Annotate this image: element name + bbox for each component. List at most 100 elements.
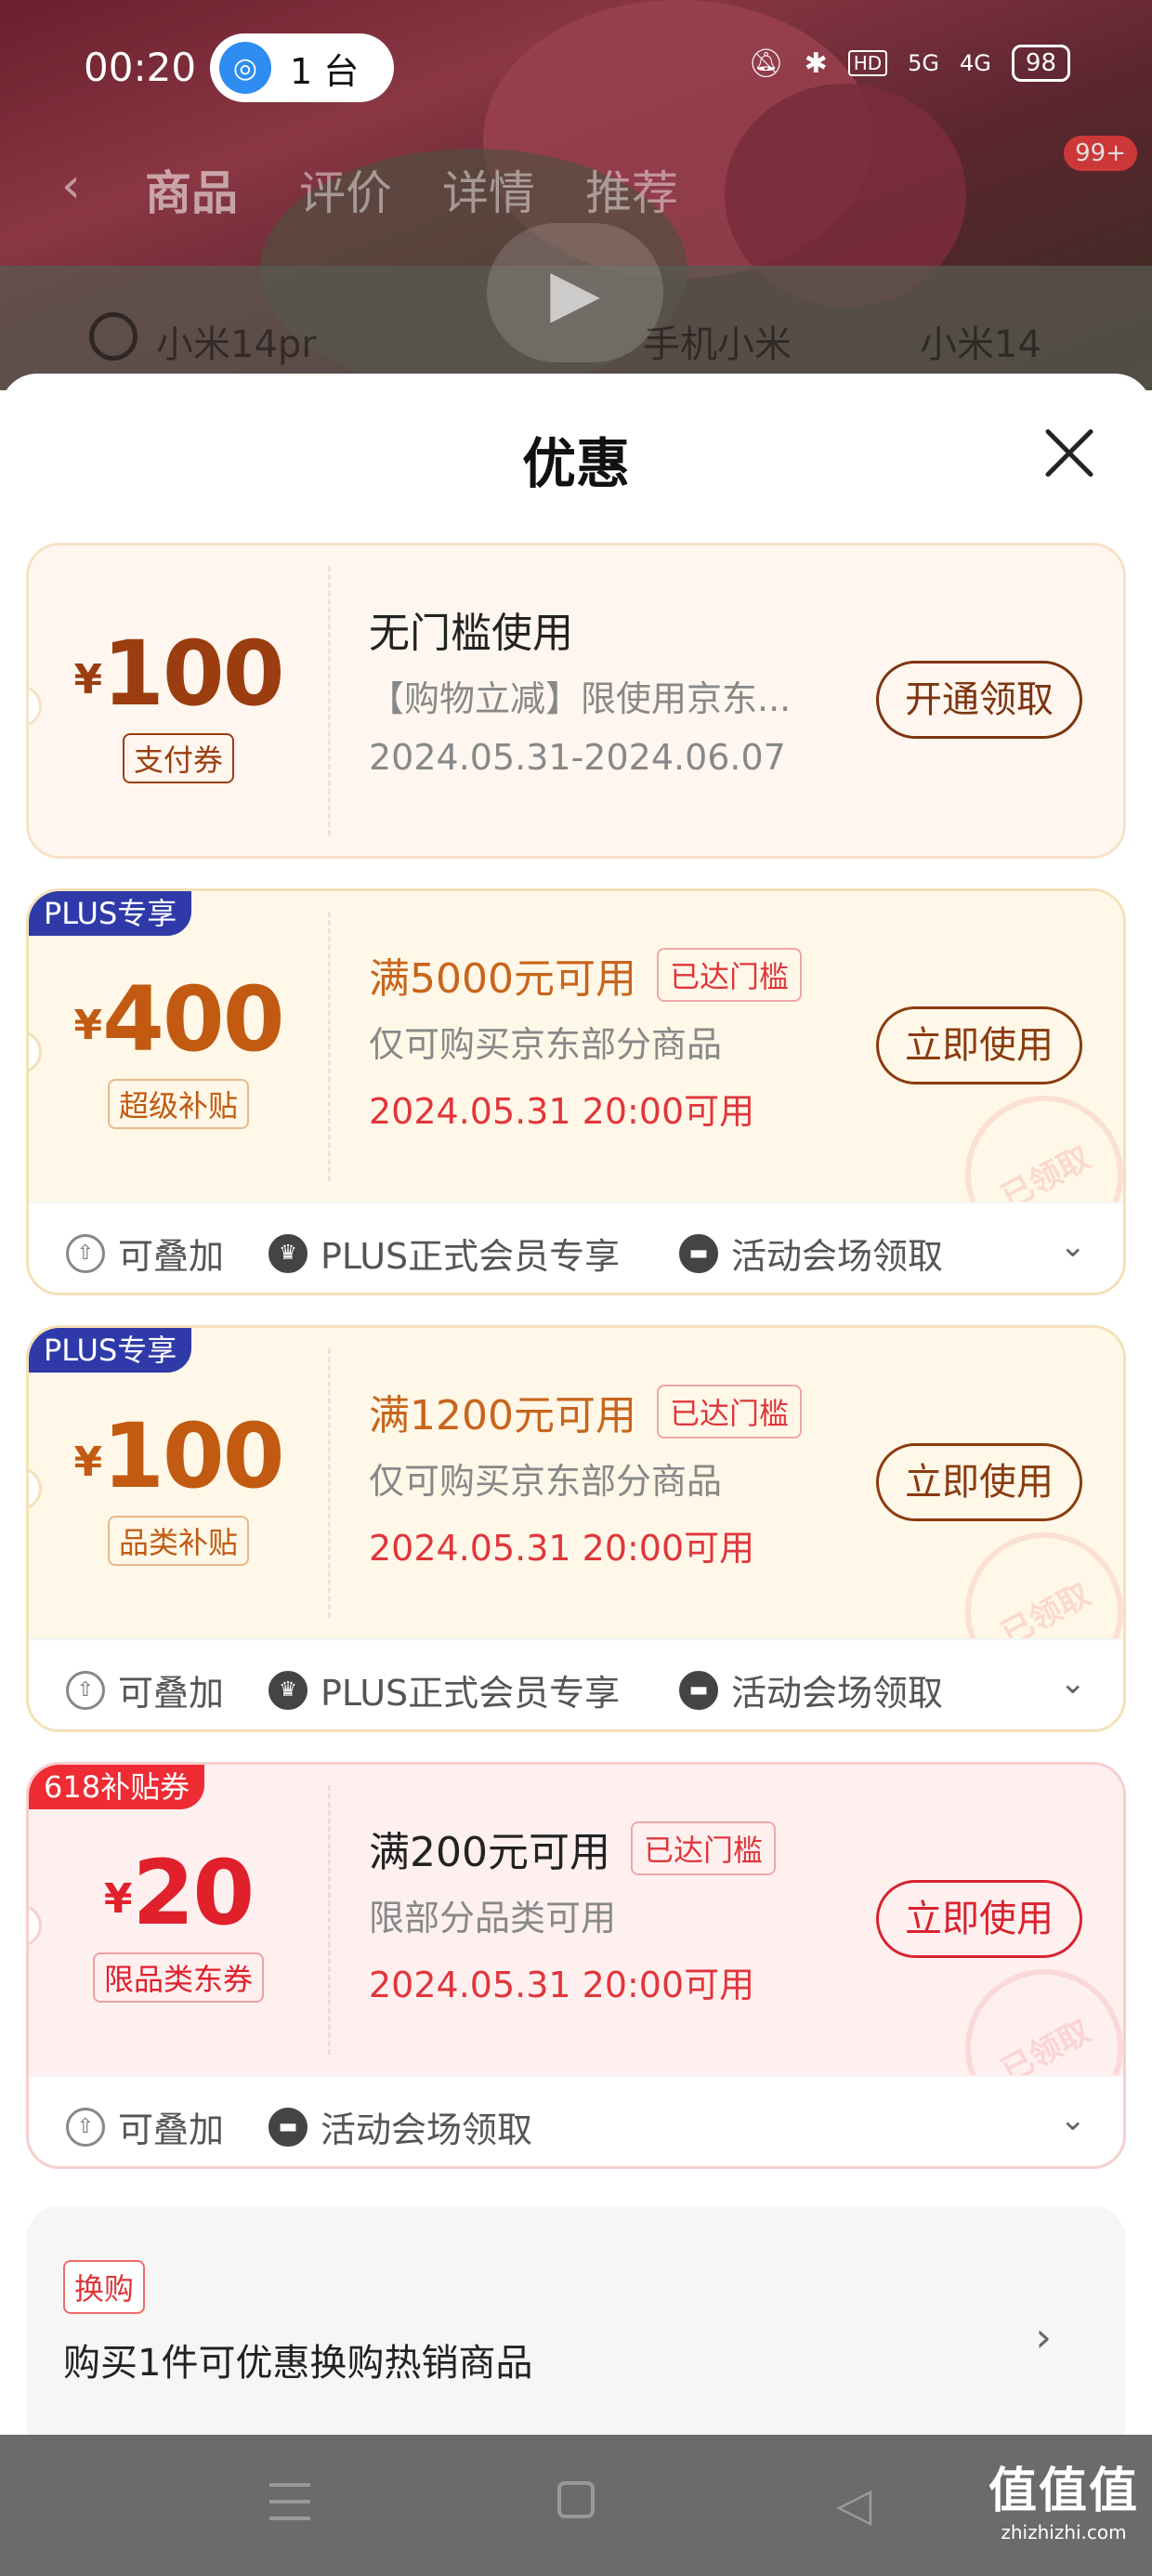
tab-details[interactable]: 详情 xyxy=(442,156,535,223)
search-history-item[interactable]: 手机小米 xyxy=(643,314,792,368)
stack-icon: ⇧ xyxy=(66,1670,105,1710)
back-arrow-icon[interactable]: ‹ xyxy=(61,158,81,214)
search-history-item[interactable]: 小米14 xyxy=(920,314,1041,368)
coupon-divider xyxy=(328,1785,331,2055)
sheet-title: 优惠 xyxy=(521,432,630,495)
hotspot-indicator[interactable]: ◎ 1 台 xyxy=(210,33,394,102)
search-history-item[interactable]: 小米14pr xyxy=(156,314,317,368)
chevron-down-icon[interactable]: ⌄ xyxy=(1060,1228,1087,1265)
tab-product[interactable]: 商品 xyxy=(145,156,238,223)
coupon-type: 超级补贴 xyxy=(29,1079,328,1129)
ticket-icon: ▬ xyxy=(679,1670,718,1710)
back-icon[interactable]: ◁ xyxy=(836,2477,871,2531)
hotspot-count: 1 台 xyxy=(290,50,360,92)
coupon-features: ⇧ 可叠加 ♛ PLUS正式会员专享 ▬ 活动会场领取 ⌄ xyxy=(29,1638,1123,1729)
feature-event-venue: ▬ 活动会场领取 xyxy=(679,1228,943,1279)
feature-event-venue: ▬ 活动会场领取 xyxy=(679,1664,943,1715)
watermark-domain: zhizhizhi.com xyxy=(1001,2521,1127,2543)
hd-icon: HD xyxy=(847,50,888,76)
coupon-divider xyxy=(328,1348,331,1618)
coupon-amount: ¥100 xyxy=(29,622,328,726)
system-nav-bar: ◁ 值值值 zhizhizhi.com xyxy=(0,2435,1152,2576)
coupon-description: 仅可购买京东部分商品 xyxy=(369,1461,723,1502)
feature-event-venue: ▬ 活动会场领取 xyxy=(268,2101,532,2152)
coupon-card: PLUS专享 ¥400 超级补贴 满5000元可用 已达门槛 仅可购买京东部分商品… xyxy=(26,888,1126,1295)
threshold-reached-badge: 已达门槛 xyxy=(656,1385,802,1439)
battery-indicator: 98 xyxy=(1011,45,1070,82)
coupon-title: 满200元可用 已达门槛 xyxy=(369,1819,776,1878)
plus-exclusive-tag: PLUS专享 xyxy=(29,1328,192,1373)
coupon-type-label: 支付券 xyxy=(122,733,234,783)
feature-stackable: ⇧ 可叠加 xyxy=(66,2101,224,2152)
chevron-down-icon[interactable]: ⌄ xyxy=(1060,1664,1087,1702)
coupon-card: ¥100 支付券 无门槛使用 【购物立减】限使用京东... 2024.05.31… xyxy=(26,543,1126,859)
hotspot-icon: ◎ xyxy=(219,42,271,94)
coupon-divider xyxy=(328,912,331,1181)
chevron-right-icon[interactable]: › xyxy=(1035,2314,1052,2361)
crown-icon: ♛ xyxy=(268,1670,308,1710)
swap-offer-text: 购买1件可优惠换购热销商品 xyxy=(63,2342,533,2385)
coupon-title: 满5000元可用 已达门槛 xyxy=(369,945,802,1005)
chevron-down-icon[interactable]: ⌄ xyxy=(1060,2101,1087,2138)
feature-plus-member: ♛ PLUS正式会员专享 xyxy=(268,1228,620,1279)
threshold-reached-badge: 已达门槛 xyxy=(630,1821,776,1875)
use-now-button[interactable]: 立即使用 xyxy=(876,1443,1082,1521)
use-now-button[interactable]: 立即使用 xyxy=(876,1880,1082,1958)
amount-value: 400 xyxy=(102,967,284,1071)
discount-sheet: 优惠 ¥100 支付券 无门槛使用 【购物立减】限使用京东... 2024.05… xyxy=(0,374,1152,2435)
signal-5g: 5G xyxy=(908,50,940,76)
plus-exclusive-tag: PLUS专享 xyxy=(29,891,192,936)
coupon-threshold: 满200元可用 xyxy=(369,1829,610,1876)
watermark: 值值值 zhizhizhi.com xyxy=(988,2451,1139,2543)
stack-icon: ⇧ xyxy=(66,1233,105,1273)
tab-recommend[interactable]: 推荐 xyxy=(585,156,678,223)
threshold-reached-badge: 已达门槛 xyxy=(656,948,802,1002)
coupon-body: 618补贴券 ¥20 限品类东券 满200元可用 已达门槛 限部分品类可用 202… xyxy=(29,1765,1123,2155)
coupon-body: PLUS专享 ¥100 品类补贴 满1200元可用 已达门槛 仅可购买京东部分商品… xyxy=(29,1328,1123,1718)
coupon-card: PLUS专享 ¥100 品类补贴 满1200元可用 已达门槛 仅可购买京东部分商品… xyxy=(26,1325,1126,1732)
coupon-validity: 2024.05.31 20:00可用 xyxy=(369,1965,755,2005)
bluetooth-icon: ✱ xyxy=(804,46,828,80)
mute-icon: 🔕︎ xyxy=(748,46,784,80)
watermark-brand: 值值值 xyxy=(988,2464,1139,2519)
claim-button[interactable]: 开通领取 xyxy=(876,661,1082,739)
coupon-validity: 2024.05.31 20:00可用 xyxy=(369,1091,755,1132)
home-icon[interactable] xyxy=(557,2481,595,2518)
coupon-type: 支付券 xyxy=(29,733,328,783)
cart-badge: 99+ xyxy=(1064,136,1137,171)
close-icon[interactable] xyxy=(1041,426,1096,481)
coupon-amount: ¥400 xyxy=(29,967,328,1071)
coupon-body: PLUS专享 ¥400 超级补贴 满5000元可用 已达门槛 仅可购买京东部分商品… xyxy=(29,891,1123,1281)
use-now-button[interactable]: 立即使用 xyxy=(876,1006,1082,1084)
recent-apps-icon[interactable] xyxy=(269,2483,310,2520)
coupon-type-label: 品类补贴 xyxy=(107,1516,249,1566)
signal-4g: 4G xyxy=(960,50,991,76)
amount-value: 20 xyxy=(132,1841,255,1945)
feature-stackable: ⇧ 可叠加 xyxy=(66,1228,224,1279)
coupon-amount: ¥100 xyxy=(29,1404,328,1508)
coupon-title: 无门槛使用 xyxy=(369,610,573,657)
coupon-body: ¥100 支付券 无门槛使用 【购物立减】限使用京东... 2024.05.31… xyxy=(29,545,1123,856)
subsidy-618-tag: 618补贴券 xyxy=(29,1765,205,1809)
feature-plus-member: ♛ PLUS正式会员专享 xyxy=(268,1664,620,1715)
coupon-threshold: 满5000元可用 xyxy=(369,955,636,1003)
system-icons: 🔕︎ ✱ HD 5G 4G 98 xyxy=(748,45,1070,82)
amount-value: 100 xyxy=(102,622,284,726)
stack-icon: ⇧ xyxy=(66,2107,105,2147)
coupon-title: 满1200元可用 已达门槛 xyxy=(369,1382,802,1441)
clock: 00:20 xyxy=(84,45,197,90)
coupon-type-label: 超级补贴 xyxy=(107,1079,249,1129)
feature-stackable: ⇧ 可叠加 xyxy=(66,1664,224,1715)
swap-offer-card[interactable]: 换购 购买1件可优惠换购热销商品 › xyxy=(26,2206,1126,2435)
currency-symbol: ¥ xyxy=(73,656,103,703)
tab-reviews[interactable]: 评价 xyxy=(299,156,392,223)
coupon-validity: 2024.05.31 20:00可用 xyxy=(369,1528,755,1569)
coupon-features: ⇧ 可叠加 ♛ PLUS正式会员专享 ▬ 活动会场领取 ⌄ xyxy=(29,1202,1123,1293)
coupon-threshold: 满1200元可用 xyxy=(369,1392,636,1439)
coupon-divider xyxy=(328,566,331,835)
product-tabs: ‹ 商品 评价 详情 推荐 xyxy=(0,147,1152,230)
currency-symbol: ¥ xyxy=(73,1439,103,1486)
coupon-type-label: 限品类东券 xyxy=(92,1952,264,2003)
coupon-description: 【购物立减】限使用京东... xyxy=(369,678,792,719)
search-history-row: 小米14pr 手机小米 小米14 xyxy=(0,307,1152,381)
